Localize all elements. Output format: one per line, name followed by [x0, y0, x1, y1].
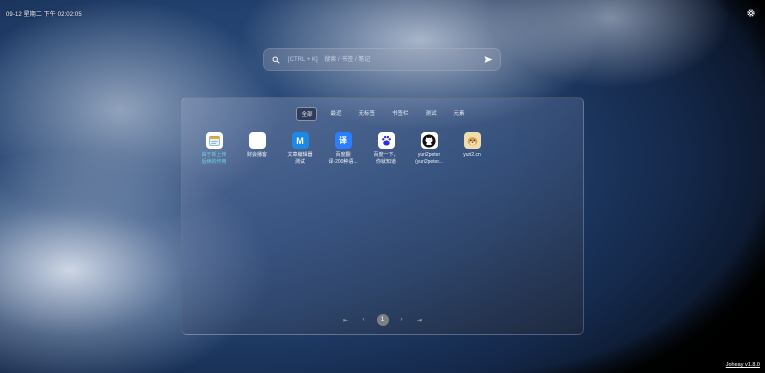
desktop-background: 09-12 星期二 下午 02:02:05 全部 最近 无标签 书签栏 测试 元… — [0, 0, 765, 373]
bookmark-item[interactable]: 百度一下， 你就知道 — [368, 132, 404, 166]
bookmark-label: 百度翻 译-200种语... — [328, 152, 358, 165]
bookmark-item[interactable]: 财会播客 — [239, 132, 275, 166]
bookmark-label: 财会播客 — [246, 152, 267, 158]
search-icon — [272, 56, 280, 64]
last-page-button[interactable]: ⇥ — [415, 317, 425, 324]
tab-untagged[interactable]: 无标签 — [354, 107, 379, 121]
bookmark-panel: 全部 最近 无标签 书签栏 测试 元素 由于新上传 后续的作用 财会播客 M 文… — [181, 97, 584, 335]
pagination: ⇤ ‹ 1 › ⇥ — [182, 314, 583, 326]
bookmark-label: yuri2.cn — [463, 152, 481, 158]
translate-icon: 译 — [334, 132, 352, 149]
tab-all[interactable]: 全部 — [296, 107, 318, 121]
version-link[interactable]: Joheay v1.8.0 — [726, 362, 760, 368]
bookmark-item[interactable]: 由于新上传 后续的作用 — [196, 132, 232, 166]
blank-icon — [248, 132, 266, 149]
search-input[interactable] — [286, 50, 484, 69]
bookmark-grid: 由于新上传 后续的作用 财会播客 M 文章编辑器 测试 译 百度翻 译-200种… — [196, 132, 490, 166]
doge-icon — [463, 132, 481, 149]
notepad-icon — [205, 132, 223, 149]
first-page-button[interactable]: ⇤ — [341, 317, 351, 324]
prev-page-button[interactable]: ‹ — [359, 317, 369, 323]
bookmark-label: 文章编辑器 测试 — [287, 152, 313, 165]
bookmark-label: 百度一下， 你就知道 — [373, 152, 399, 165]
bookmark-item[interactable]: yuri2.cn — [454, 132, 490, 166]
page-1-button[interactable]: 1 — [376, 314, 389, 326]
bookmark-item[interactable]: yuri2peter (yuri2peter... — [411, 132, 447, 166]
tab-elements[interactable]: 元素 — [450, 107, 469, 121]
bookmark-item[interactable]: M 文章编辑器 测试 — [282, 132, 318, 166]
tab-bookmarks-bar[interactable]: 书签栏 — [388, 107, 413, 121]
github-icon — [420, 132, 438, 149]
send-icon[interactable] — [484, 55, 493, 64]
bookmark-label: yuri2peter (yuri2peter... — [415, 152, 443, 165]
bookmark-item[interactable]: 译 百度翻 译-200种语... — [325, 132, 361, 166]
datetime-display: 09-12 星期二 下午 02:02:05 — [6, 12, 82, 18]
bookmark-label: 由于新上传 后续的作用 — [201, 152, 227, 165]
tab-recent[interactable]: 最近 — [326, 107, 345, 121]
gear-icon[interactable] — [746, 8, 756, 18]
next-page-button[interactable]: › — [397, 317, 407, 323]
baidu-paw-icon — [377, 132, 395, 149]
search-bar[interactable] — [263, 48, 501, 71]
m-icon: M — [291, 132, 309, 149]
tab-bar: 全部 最近 无标签 书签栏 测试 元素 — [182, 107, 583, 121]
tab-test[interactable]: 测试 — [422, 107, 441, 121]
